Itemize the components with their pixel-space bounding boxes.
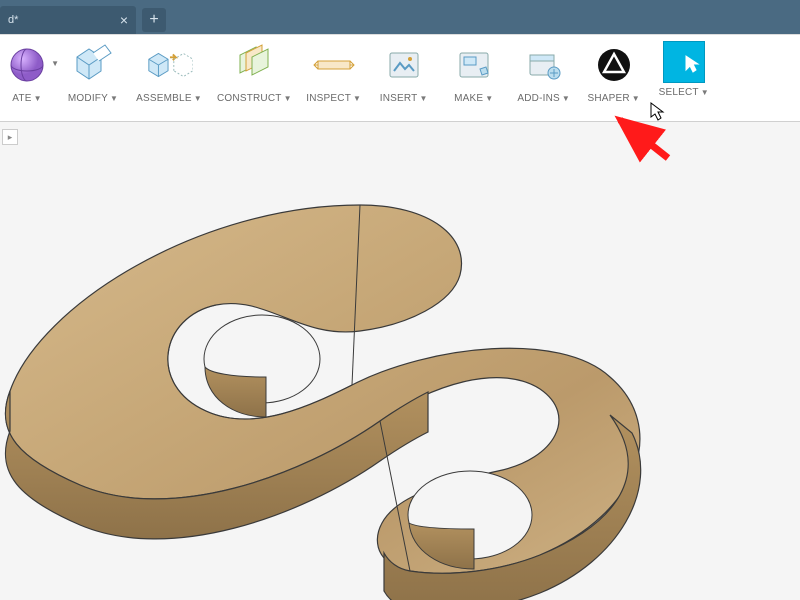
shaper-menu[interactable]: SHAPER▼: [580, 35, 648, 121]
panel-toggle[interactable]: ▸: [2, 129, 18, 145]
plus-icon: +: [149, 11, 158, 29]
insert-menu[interactable]: INSERT▼: [370, 35, 438, 121]
addins-menu[interactable]: ADD-INS▼: [510, 35, 578, 121]
create-label: ATE: [12, 93, 31, 104]
modify-label: MODIFY: [68, 93, 108, 104]
chevron-down-icon: ▼: [353, 94, 361, 103]
add-tab-button[interactable]: +: [142, 8, 166, 32]
select-menu[interactable]: SELECT▼: [650, 35, 718, 121]
addins-icon: [524, 45, 564, 85]
create-menu[interactable]: ▼ ATE▼: [3, 35, 57, 121]
chevron-down-icon: ▼: [485, 94, 493, 103]
shaper-icon: [594, 45, 634, 85]
chevron-down-icon: ▼: [110, 94, 118, 103]
close-icon[interactable]: ×: [120, 12, 128, 28]
construct-menu[interactable]: CONSTRUCT▼: [211, 35, 298, 121]
modify-menu[interactable]: MODIFY▼: [59, 35, 127, 121]
inspect-menu[interactable]: INSPECT▼: [300, 35, 368, 121]
chevron-down-icon: ▼: [194, 94, 202, 103]
document-tab[interactable]: d* ×: [0, 6, 136, 34]
sphere-icon: [7, 45, 47, 85]
modify-icon: [71, 43, 115, 87]
model-viewport[interactable]: [0, 145, 800, 600]
chevron-down-icon: ▼: [51, 59, 59, 68]
addins-label: ADD-INS: [517, 93, 560, 104]
chevron-down-icon: ▼: [632, 94, 640, 103]
inspect-label: INSPECT: [306, 93, 351, 104]
model-render: [0, 145, 800, 600]
shaper-label: SHAPER: [587, 93, 629, 104]
assemble-icon: [145, 43, 193, 87]
make-menu[interactable]: MAKE▼: [440, 35, 508, 121]
construct-label: CONSTRUCT: [217, 93, 282, 104]
insert-icon: [384, 45, 424, 85]
make-label: MAKE: [454, 93, 483, 104]
chevron-down-icon: ▼: [562, 94, 570, 103]
construct-icon: [232, 43, 276, 87]
select-label: SELECT: [659, 87, 699, 98]
chevron-down-icon: ▼: [34, 94, 42, 103]
toolbar: ▼ ATE▼ MODIFY▼ ASSEMBLE▼: [0, 35, 800, 122]
chevron-right-icon: ▸: [8, 132, 13, 143]
measure-icon: [312, 43, 356, 87]
chevron-down-icon: ▼: [419, 94, 427, 103]
tab-title: d*: [8, 14, 18, 26]
chevron-down-icon: ▼: [701, 88, 709, 97]
make-icon: [454, 45, 494, 85]
insert-label: INSERT: [380, 93, 418, 104]
select-icon: [666, 44, 702, 80]
chevron-down-icon: ▼: [284, 94, 292, 103]
assemble-label: ASSEMBLE: [136, 93, 192, 104]
assemble-menu[interactable]: ASSEMBLE▼: [129, 35, 209, 121]
title-bar: d* × +: [0, 0, 800, 34]
